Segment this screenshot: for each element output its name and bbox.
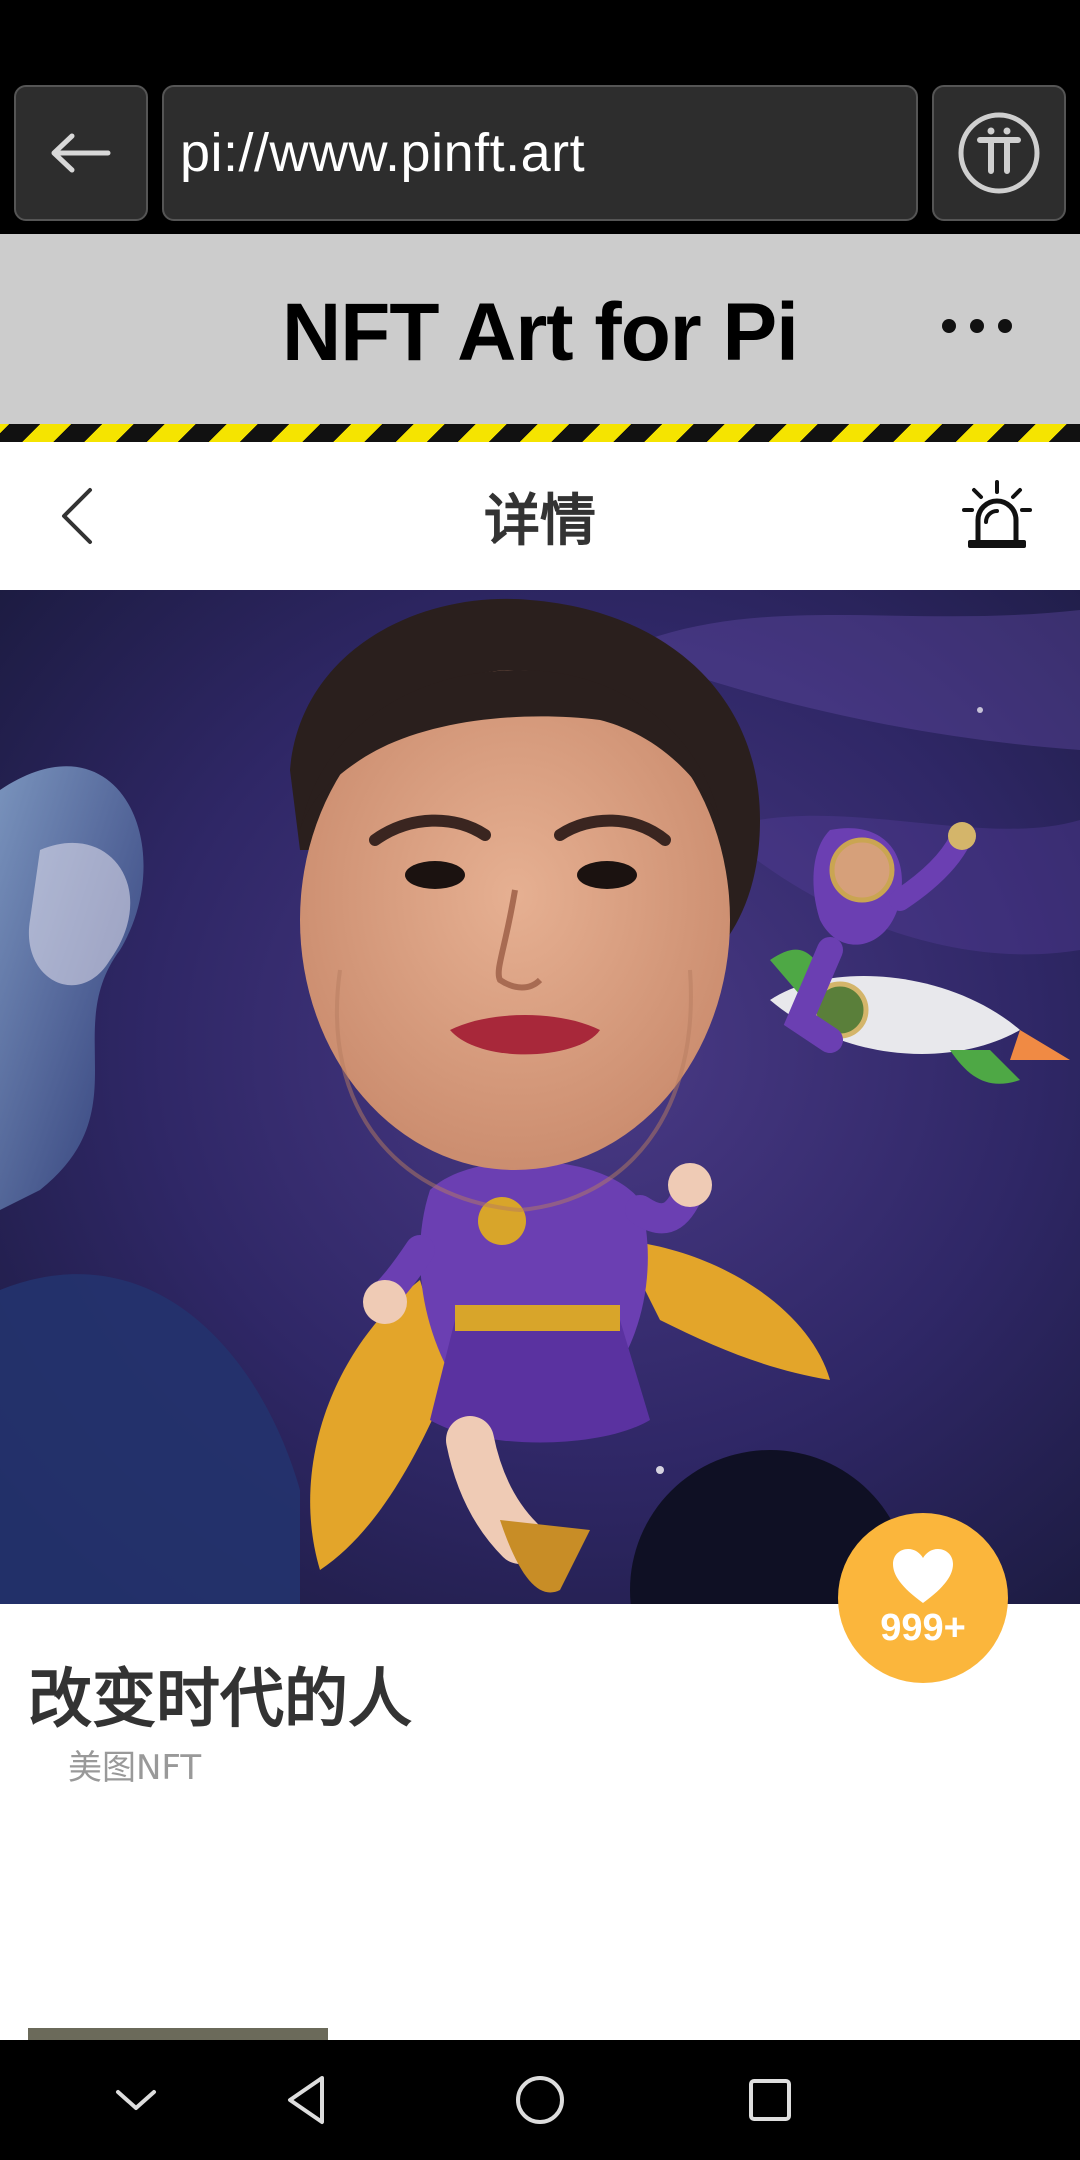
- pi-browser-menu-button[interactable]: [932, 85, 1066, 221]
- arrow-left-icon: [51, 133, 111, 173]
- app-header: NFT Art for Pi: [0, 234, 1080, 424]
- alarm-icon[interactable]: [962, 478, 1032, 554]
- back-triangle-icon[interactable]: [276, 2068, 340, 2132]
- system-navigation-bar: [0, 2040, 1080, 2160]
- hide-keyboard-icon[interactable]: [104, 2068, 168, 2132]
- status-bar: [0, 0, 1080, 72]
- detail-nav-bar: 详情: [0, 442, 1080, 590]
- url-text: pi://www.pinft.art: [180, 123, 586, 183]
- artwork-image[interactable]: [0, 590, 1080, 1604]
- like-count: 999+: [880, 1606, 966, 1649]
- artwork-illustration: [0, 590, 1080, 1604]
- page-title: 详情: [484, 488, 596, 554]
- app-title: NFT Art for Pi: [282, 287, 799, 378]
- browser-toolbar: pi://www.pinft.art: [0, 72, 1080, 234]
- pi-logo-icon: [958, 112, 1040, 194]
- artwork-category[interactable]: 美图NFT: [68, 1740, 201, 1789]
- detail-page: 详情 999+ 改变时代的人 美图NFT: [0, 442, 1080, 2040]
- artwork-title: 改变时代的人: [28, 1663, 412, 1737]
- recents-square-icon[interactable]: [738, 2068, 802, 2132]
- like-button[interactable]: 999+: [838, 1513, 1008, 1683]
- next-item-thumbnail[interactable]: [28, 2028, 328, 2040]
- hazard-stripe-divider: [0, 424, 1080, 442]
- more-dots-icon[interactable]: [942, 306, 1012, 346]
- heart-icon: [893, 1548, 953, 1603]
- browser-back-button[interactable]: [14, 85, 148, 221]
- home-circle-icon[interactable]: [508, 2068, 572, 2132]
- url-bar[interactable]: pi://www.pinft.art: [162, 85, 918, 221]
